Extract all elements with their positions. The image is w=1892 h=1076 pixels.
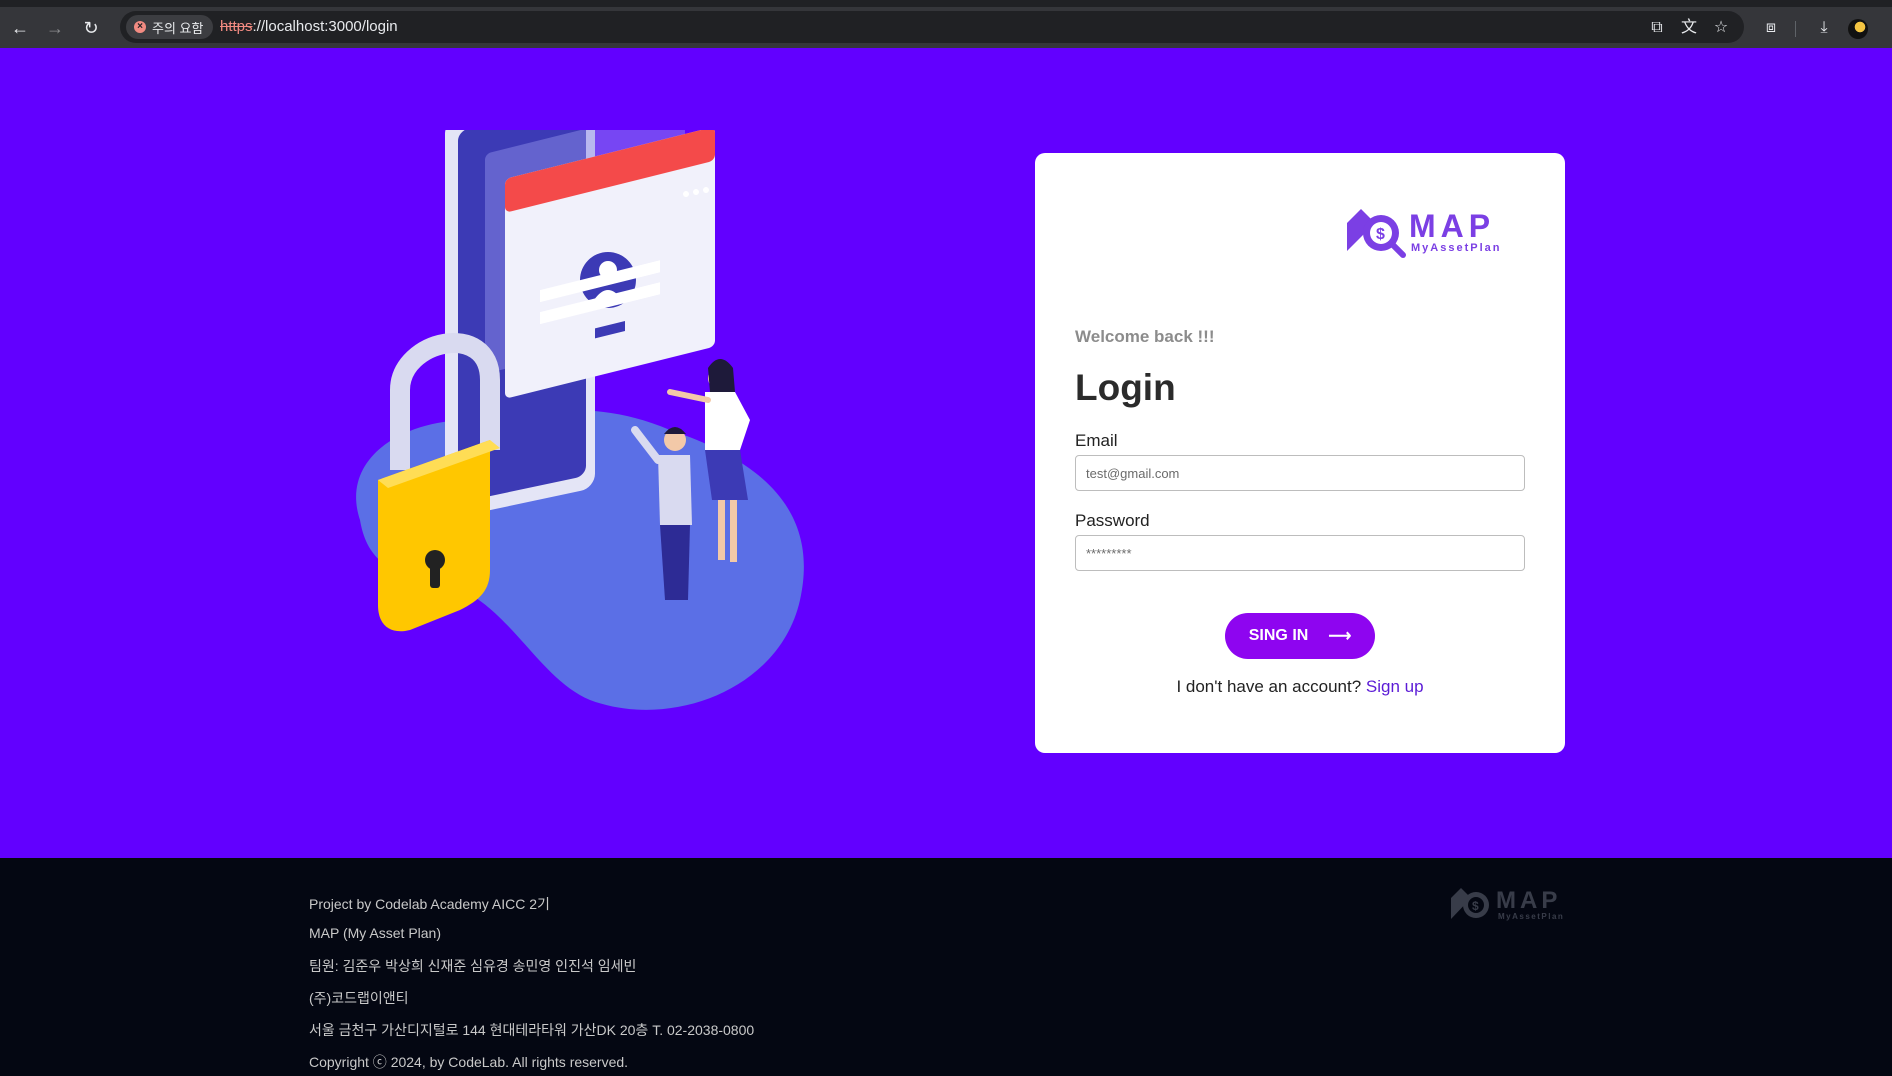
footer-copyright: Copyright ⓒ 2024, by CodeLab. All rights… [309,1054,629,1070]
signin-button[interactable]: SING IN ⟶ [1225,613,1375,659]
signup-link[interactable]: Sign up [1366,677,1424,696]
translate-icon[interactable]: 文 [1678,17,1700,39]
footer-company: (주)코드랩이앤티 [309,990,409,1006]
signup-prompt: I don't have an account? Sign up [1035,677,1565,697]
svg-text:MyAssetPlan: MyAssetPlan [1498,912,1564,921]
forward-icon[interactable]: → [44,17,66,39]
toolbar-divider [1795,21,1796,37]
password-field[interactable] [1075,535,1525,571]
footer-team: 팀원: 김준우 박상희 신재준 심유경 송민영 인진석 임세빈 [309,958,637,974]
logo-text: MAP [1409,208,1495,244]
extensions-icon[interactable]: ⧈ [1760,17,1782,39]
no-account-text: I don't have an account? [1176,677,1366,696]
footer-address: 서울 금천구 가산디지털로 144 현대테라타워 가산DK 20층 T. 02-… [309,1022,755,1038]
map-logo: $ MAP MyAssetPlan [1347,208,1501,258]
browser-toolbar: ← → ↻ × 주의 요함 https://localhost:3000/log… [0,0,1892,48]
reload-icon[interactable]: ↻ [80,17,102,39]
back-icon[interactable]: ← [9,17,31,39]
svg-text:$: $ [1472,899,1479,913]
security-warning-chip[interactable]: × 주의 요함 [126,15,214,39]
footer: Project by Codelab Academy AICC 2기 MAP (… [0,858,1892,1076]
security-warning-label: 주의 요함 [152,20,204,36]
signin-button-label: SING IN [1248,627,1309,644]
star-icon[interactable]: ☆ [1710,17,1732,39]
welcome-text: Welcome back !!! [1075,327,1215,346]
footer-app-name: MAP (My Asset Plan) [309,925,442,941]
arrow-right-icon: ⟶ [1328,628,1352,645]
download-icon[interactable]: ⤓ [1813,17,1835,39]
profile-avatar[interactable] [1848,19,1868,39]
email-label: Email [1075,431,1118,450]
footer-project: Project by Codelab Academy AICC 2기 [309,896,550,912]
password-label: Password [1075,511,1150,530]
warning-icon: × [134,21,146,33]
install-icon[interactable]: ⧉ [1646,17,1668,39]
address-bar[interactable]: × 주의 요함 https://localhost:3000/login ⧉ 文… [120,11,1744,43]
logo-subtext: MyAssetPlan [1411,242,1501,254]
svg-text:MAP: MAP [1496,887,1561,914]
security-login-illustration [356,130,804,710]
page-title: Login [1075,367,1176,408]
login-card: $ MAP MyAssetPlan Welcome back !!! Login… [1035,153,1565,753]
footer-logo: $ MAP MyAssetPlan [1451,887,1564,921]
svg-text:$: $ [1376,226,1385,243]
url-text[interactable]: https://localhost:3000/login [220,18,398,35]
email-field[interactable] [1075,455,1525,491]
